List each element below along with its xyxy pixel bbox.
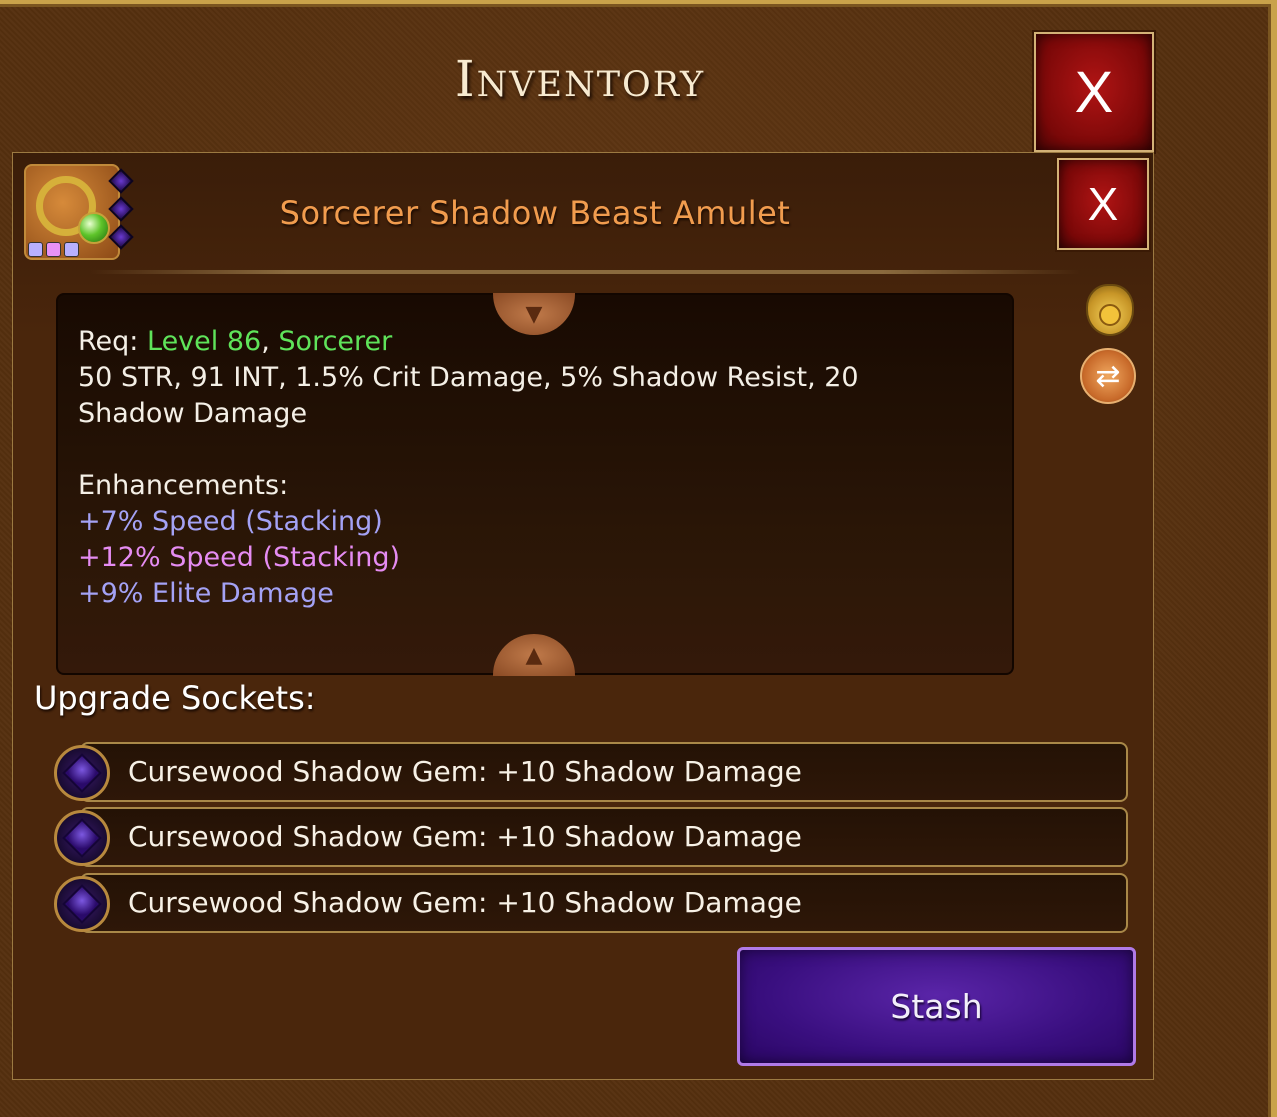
- stats-line: Shadow Damage: [78, 398, 308, 429]
- window-title: Inventory: [454, 50, 706, 108]
- close-inventory-button[interactable]: X: [1034, 32, 1154, 152]
- item-name: Sorcerer Shadow Beast Amulet: [279, 194, 791, 232]
- socket-label: Cursewood Shadow Gem: +10 Shadow Damage: [128, 886, 802, 919]
- socket-label: Cursewood Shadow Gem: +10 Shadow Damage: [128, 820, 802, 853]
- shadow-gem-icon: [54, 810, 110, 866]
- enhancement-line: +12% Speed (Stacking): [78, 542, 401, 573]
- req-label: Req:: [78, 326, 139, 357]
- stash-button[interactable]: Stash: [737, 947, 1136, 1066]
- shadow-gem-icon: [54, 745, 110, 801]
- upgrade-sockets-title: Upgrade Sockets:: [34, 679, 316, 717]
- req-separator: ,: [261, 326, 270, 357]
- enhancements-label: Enhancements:: [78, 470, 289, 501]
- req-level: Level 86: [147, 326, 262, 357]
- socket-dot-2: [46, 242, 61, 257]
- enhancement-line: +9% Elite Damage: [78, 578, 334, 609]
- divider: [90, 270, 1080, 274]
- socket-label: Cursewood Shadow Gem: +10 Shadow Damage: [128, 755, 802, 788]
- amulet-gem: [78, 212, 110, 244]
- requirements-line: Req: Level 86, Sorcerer: [78, 324, 958, 360]
- close-item-button[interactable]: X: [1057, 158, 1149, 250]
- req-class: Sorcerer: [278, 326, 393, 357]
- enhancement-line: +7% Speed (Stacking): [78, 506, 383, 537]
- amulet-icon: [24, 164, 134, 260]
- socket-dot-1: [28, 242, 43, 257]
- stats-line: 50 STR, 91 INT, 1.5% Crit Damage, 5% Sha…: [78, 362, 859, 393]
- socket-dot-3: [64, 242, 79, 257]
- item-description-text: Req: Level 86, Sorcerer 50 STR, 91 INT, …: [78, 324, 958, 612]
- money-bag-icon[interactable]: [1086, 284, 1134, 336]
- shadow-gem-icon: [54, 876, 110, 932]
- swap-icon[interactable]: ⇄: [1080, 348, 1136, 404]
